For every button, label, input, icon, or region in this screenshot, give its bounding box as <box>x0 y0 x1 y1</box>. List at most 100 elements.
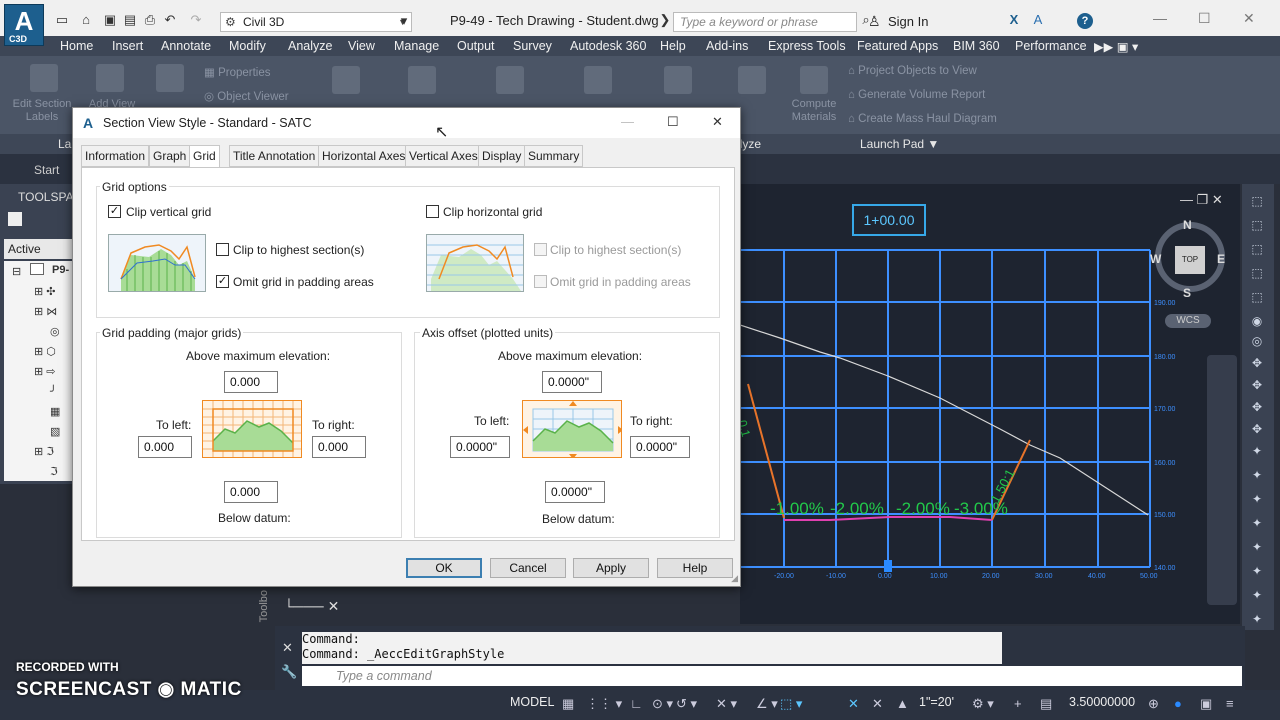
gp-below-input[interactable]: 0.000 <box>224 481 278 503</box>
ortho-icon[interactable]: ∟ <box>630 696 643 711</box>
application-menu-button[interactable]: A C3D <box>4 4 44 46</box>
osnap-icon[interactable]: ↺ ▾ <box>676 696 697 712</box>
search-input[interactable]: Type a keyword or phrase <box>673 12 857 32</box>
tab-view[interactable]: View <box>348 39 375 53</box>
tab-survey[interactable]: Survey <box>513 39 552 53</box>
points-icon[interactable]: ⊞ ✣ <box>34 285 56 298</box>
ao-above-input[interactable]: 0.0000" <box>542 371 602 393</box>
tab-modify[interactable]: Modify <box>229 39 266 53</box>
customize-icon[interactable]: ≡ <box>1226 696 1234 711</box>
tab-express-tools[interactable]: Express Tools <box>768 39 846 53</box>
snap-icon[interactable]: ⋮⋮ ▾ <box>586 696 622 712</box>
tab-graph[interactable]: Graph <box>149 145 191 167</box>
otrack-icon[interactable]: ✕ ▾ <box>716 696 737 712</box>
a360-icon[interactable]: A <box>1030 13 1046 27</box>
clean-screen-icon[interactable]: ▣ <box>1200 696 1212 712</box>
hardware-acceleration-icon[interactable]: ● <box>1174 696 1182 711</box>
quantity-takeoff-icon[interactable] <box>584 66 612 94</box>
maximize-icon[interactable]: ☐ <box>1198 10 1211 27</box>
compute-materials-icon[interactable] <box>800 66 828 94</box>
qat-dropdown-icon[interactable]: ▾ <box>396 14 412 28</box>
section-table-icon[interactable] <box>156 64 184 92</box>
tool-icon[interactable]: ✦ <box>1250 492 1264 506</box>
exchange-apps-icon[interactable]: X <box>1006 13 1022 27</box>
tab-output[interactable]: Output <box>457 39 495 53</box>
help-icon[interactable]: ? <box>1077 13 1093 29</box>
clip-highest-section-h-checkbox[interactable] <box>534 243 547 256</box>
point-groups-icon[interactable]: ⊞ ⋈ <box>34 305 57 318</box>
command-input[interactable]: Type a command <box>302 666 1242 686</box>
tab-help[interactable]: Help <box>660 39 686 53</box>
tab-title-annotation[interactable]: Title Annotation <box>229 145 320 167</box>
tool-icon[interactable]: ✦ <box>1250 444 1264 458</box>
wrench-icon[interactable]: 🔧 <box>281 664 297 680</box>
close-icon[interactable]: ✕ <box>712 114 723 130</box>
update-group-icon[interactable] <box>664 66 692 94</box>
tab-start[interactable]: Start <box>34 163 59 177</box>
globe-icon[interactable]: ◎ <box>1250 334 1264 348</box>
ok-button[interactable]: OK <box>406 558 482 578</box>
sign-in-button[interactable]: ♙ Sign In <box>868 13 928 29</box>
tool-icon[interactable]: ✦ <box>1250 468 1264 482</box>
gp-left-input[interactable]: 0.000 <box>138 436 192 458</box>
tab-vertical-axes[interactable]: Vertical Axes <box>405 145 482 167</box>
close-icon[interactable]: ✕ <box>1243 10 1255 27</box>
edit-section-labels-icon[interactable] <box>30 64 58 92</box>
globe-icon[interactable]: ◉ <box>1250 314 1264 328</box>
tree-expand-icon[interactable]: ⊟ <box>12 265 21 278</box>
compute-materials-button[interactable]: Compute Materials <box>784 98 844 124</box>
gp-right-input[interactable]: 0.000 <box>312 436 366 458</box>
tab-featured-apps[interactable]: Featured Apps <box>857 39 938 53</box>
redo-icon[interactable]: ↷ <box>188 13 204 27</box>
surfaces-icon[interactable]: ◎ <box>50 325 60 338</box>
units-icon[interactable]: ▤ <box>1040 696 1052 712</box>
section-view-icon[interactable] <box>332 66 360 94</box>
tool-icon[interactable]: ✦ <box>1250 612 1264 626</box>
corridors-icon[interactable]: ▧ <box>50 425 60 438</box>
tool-icon[interactable]: ✥ <box>1250 400 1264 414</box>
annotation-scale-selector[interactable]: 1"=20' <box>919 695 954 709</box>
viewcube-top-face[interactable]: TOP <box>1175 246 1205 274</box>
clip-highest-section-v-checkbox[interactable] <box>216 243 229 256</box>
gp-above-input[interactable]: 0.000 <box>224 371 278 393</box>
tool-icon[interactable]: ✦ <box>1250 516 1264 530</box>
palette-options-icon[interactable] <box>8 212 22 226</box>
subassemblies-icon[interactable]: ℑ <box>50 465 58 478</box>
more-tabs-icon[interactable]: ▶▶ ▣ ▾ <box>1094 39 1138 54</box>
clip-horizontal-checkbox[interactable] <box>426 205 439 218</box>
help-button[interactable]: Help <box>657 558 733 578</box>
dialog-title-bar[interactable]: A Section View Style - Standard - SATC —… <box>73 108 740 141</box>
viewport-controls[interactable]: — ❐ ✕ <box>1180 192 1223 208</box>
tab-horizontal-axes[interactable]: Horizontal Axes <box>318 145 410 167</box>
tab-autodesk-360[interactable]: Autodesk 360 <box>570 39 646 53</box>
assemblies-icon[interactable]: ⊞ ℑ <box>34 445 54 458</box>
edit-section-labels-button[interactable]: Edit Section Labels <box>8 98 76 124</box>
selection-icon[interactable]: ⬚ ▾ <box>780 696 802 712</box>
panel-launch-pad-title[interactable]: Launch Pad ▼ <box>860 137 939 151</box>
alignments-icon[interactable]: ⊞ ⬡ <box>34 345 56 358</box>
print-icon[interactable]: ⎙ <box>142 13 158 27</box>
tab-summary[interactable]: Summary <box>524 145 584 167</box>
sites-icon[interactable]: ⊞ ⇨ <box>34 365 56 378</box>
add-view-icon[interactable] <box>96 64 124 92</box>
tab-display[interactable]: Display <box>478 145 526 167</box>
ao-right-input[interactable]: 0.0000" <box>630 436 690 458</box>
panel-labels-title[interactable]: La <box>58 137 71 151</box>
tool-icon[interactable]: ✦ <box>1250 564 1264 578</box>
tab-bim-360[interactable]: BIM 360 <box>953 39 1000 53</box>
tool-icon[interactable]: ⬚ <box>1250 290 1264 304</box>
tab-manage[interactable]: Manage <box>394 39 439 53</box>
cancel-button[interactable]: Cancel <box>490 558 566 578</box>
save-as-icon[interactable]: ▤ <box>122 13 138 27</box>
create-mass-haul-button[interactable]: ⌂ Create Mass Haul Diagram <box>848 113 997 125</box>
wcs-menu[interactable]: WCS <box>1165 314 1211 328</box>
new-file-icon[interactable]: ▭ <box>54 13 70 27</box>
tool-icon[interactable]: ⬚ <box>1250 218 1264 232</box>
object-viewer-button[interactable]: ◎ Object Viewer <box>204 89 289 103</box>
sample-lines-icon[interactable] <box>738 66 766 94</box>
annotation-visibility-icon[interactable]: ✕ <box>848 696 859 712</box>
clip-vertical-checkbox[interactable]: ✓ <box>108 205 121 218</box>
catchments-icon[interactable]: ╯ <box>50 385 57 398</box>
annotation-autoscale-icon[interactable]: ✕ <box>872 696 883 712</box>
omit-grid-padding-v-checkbox[interactable]: ✓ <box>216 275 229 288</box>
